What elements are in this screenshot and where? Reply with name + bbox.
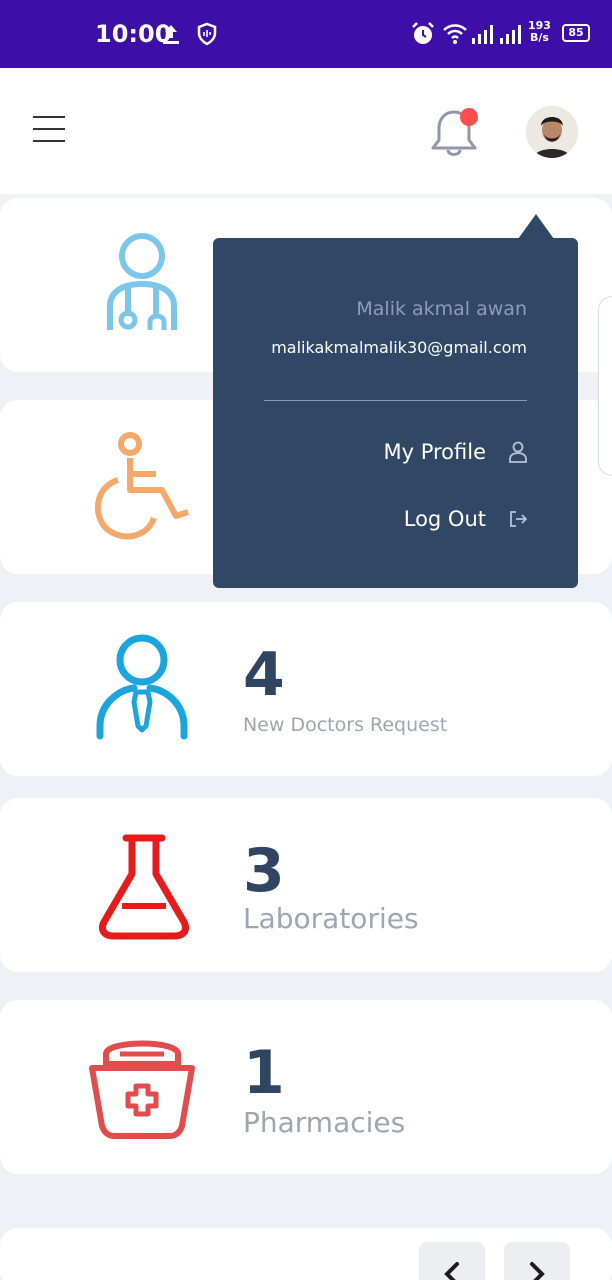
- upload-icon: [163, 25, 179, 44]
- notification-badge: [460, 108, 478, 126]
- stat-card-laboratories[interactable]: 3 Laboratories: [0, 798, 612, 972]
- logout-label: Log Out: [403, 507, 486, 531]
- dropdown-divider: [264, 400, 527, 401]
- status-bar: 10:00 193 B/s 85: [0, 0, 612, 68]
- wheelchair-icon: [94, 432, 189, 540]
- stat-card-doctor-requests[interactable]: 4 New Doctors Request: [0, 602, 612, 776]
- avatar-image: [526, 106, 578, 158]
- wifi-icon: [443, 24, 467, 44]
- network-speed: 193 B/s: [528, 20, 551, 44]
- doctor-requests-label: New Doctors Request: [243, 714, 448, 736]
- my-profile-label: My Profile: [383, 440, 486, 464]
- signal-icon: [472, 25, 493, 44]
- next-page-button[interactable]: [504, 1242, 570, 1280]
- app-header: [0, 68, 612, 194]
- laboratories-count: 3: [243, 836, 285, 906]
- avatar[interactable]: [526, 106, 578, 158]
- lab-flask-icon: [98, 834, 190, 940]
- logout-icon: [510, 511, 527, 527]
- doctor-requests-count: 4: [243, 640, 285, 710]
- laboratories-label: Laboratories: [243, 902, 419, 935]
- dropdown-user-name: Malik akmal awan: [356, 298, 527, 320]
- network-speed-unit: B/s: [530, 31, 549, 44]
- shield-icon: [197, 22, 217, 46]
- pharmacy-kit-icon: [89, 1040, 195, 1139]
- logout-menu-item[interactable]: Log Out: [404, 499, 528, 539]
- hamburger-icon[interactable]: [33, 116, 65, 144]
- doctor-request-icon: [96, 634, 188, 740]
- chevron-left-icon: [444, 1262, 459, 1280]
- user-icon: [509, 441, 527, 463]
- alarm-icon: [412, 22, 434, 44]
- signal-icon-2: [500, 25, 521, 44]
- pharmacies-count: 1: [243, 1038, 285, 1108]
- side-drawer-handle[interactable]: [598, 296, 612, 476]
- stat-card-pharmacies[interactable]: 1 Pharmacies: [0, 1000, 612, 1174]
- battery-indicator: 85: [562, 24, 590, 42]
- doctor-icon: [107, 233, 177, 330]
- pharmacies-label: Pharmacies: [243, 1106, 406, 1139]
- chevron-right-icon: [530, 1262, 545, 1280]
- profile-dropdown: Malik akmal awan malikakmalmalik30@gmail…: [213, 238, 578, 588]
- my-profile-menu-item[interactable]: My Profile: [383, 432, 528, 472]
- dropdown-arrow: [518, 214, 554, 239]
- prev-page-button[interactable]: [419, 1242, 485, 1280]
- dropdown-user-email: malikakmalmalik30@gmail.com: [271, 338, 527, 357]
